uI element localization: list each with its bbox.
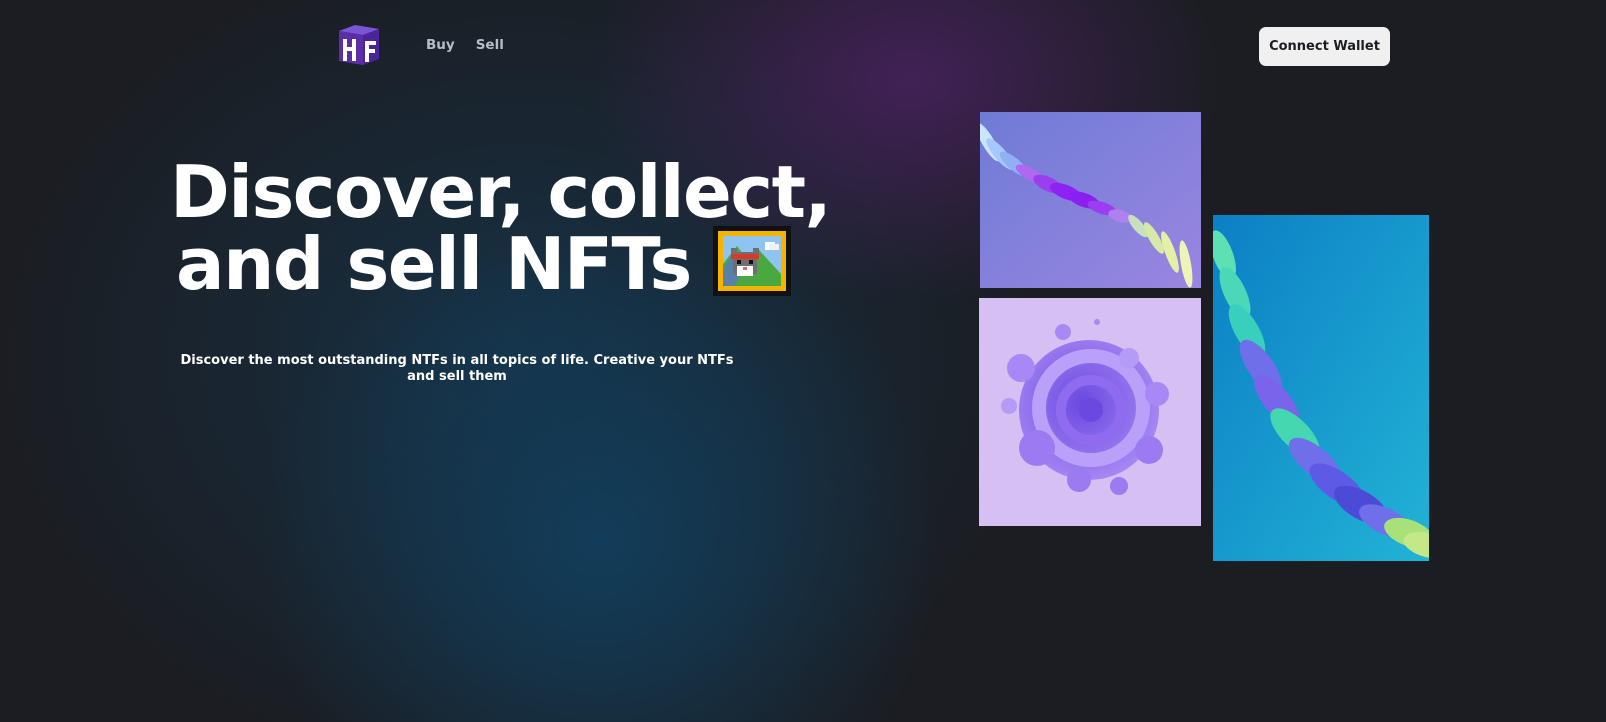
nft-artwork-teal-ribbon xyxy=(1213,215,1429,561)
nft-card-wave-ribbon[interactable] xyxy=(980,112,1201,288)
hero-title-line-2-text: and sell NFTs xyxy=(176,222,692,306)
hero-subtitle: Discover the most outstanding NTFs in al… xyxy=(180,353,734,384)
main-nav: Buy Sell xyxy=(426,37,504,53)
nft-card-purple-swirl[interactable] xyxy=(979,298,1201,526)
logo[interactable] xyxy=(335,23,383,65)
hero-title-line-2: and sell NFTs xyxy=(170,226,791,304)
nav-buy-link[interactable]: Buy xyxy=(426,37,455,53)
hero-title-line-1: Discover, collect, xyxy=(170,150,832,234)
nft-artwork-purple-swirl xyxy=(979,298,1201,526)
hero-title: Discover, collect, and sell NFTs xyxy=(170,150,832,304)
nav-sell-link[interactable]: Sell xyxy=(476,37,504,53)
nft-card-teal-ribbon[interactable] xyxy=(1213,215,1429,561)
connect-wallet-button[interactable]: Connect Wallet xyxy=(1259,27,1390,66)
nft-artwork-wave-ribbon xyxy=(980,112,1201,288)
framed-picture-icon xyxy=(712,226,791,297)
